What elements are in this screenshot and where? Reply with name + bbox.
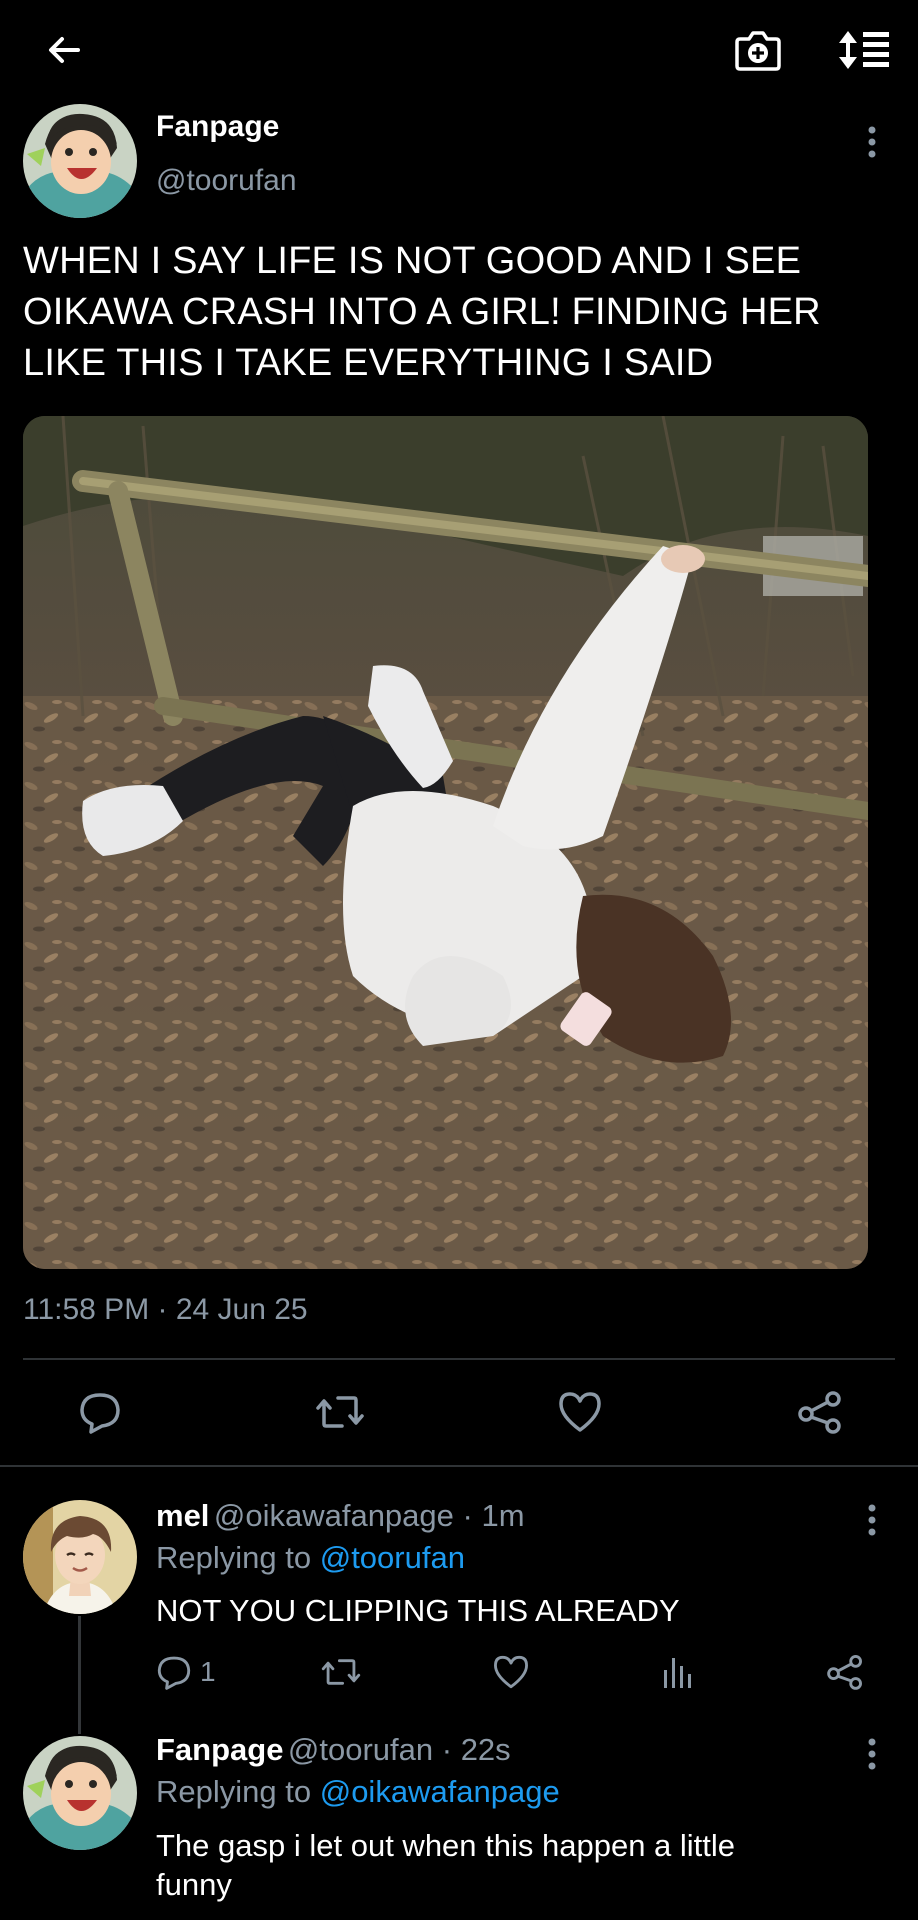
replying-to-prefix: Replying to	[156, 1774, 312, 1809]
reply-text-line: funny	[156, 1867, 232, 1902]
author-name[interactable]: Fanpage	[156, 110, 279, 144]
reply-meta[interactable]: @toorufan · 22s	[288, 1732, 511, 1767]
like-icon[interactable]	[492, 1654, 530, 1690]
sort-list-icon[interactable]	[834, 22, 894, 78]
replying-to: Replying to @oikawafanpage	[156, 1774, 560, 1810]
reply-text-line: The gasp i let out when this happen a li…	[156, 1828, 736, 1863]
replying-to-prefix: Replying to	[156, 1540, 312, 1575]
retweet-icon[interactable]	[320, 1654, 362, 1690]
author-handle[interactable]: @toorufan	[156, 164, 297, 198]
replying-to: Replying to @toorufan	[156, 1540, 465, 1576]
top-app-bar	[0, 0, 918, 100]
analytics-icon[interactable]	[660, 1654, 694, 1690]
reply-author-name[interactable]: Fanpage	[156, 1732, 283, 1767]
more-options-icon[interactable]	[857, 122, 887, 162]
avatar[interactable]	[23, 1500, 137, 1614]
retweet-icon[interactable]	[312, 1384, 368, 1440]
share-icon[interactable]	[792, 1384, 848, 1440]
more-options-icon[interactable]	[857, 1500, 887, 1540]
reply-action[interactable]: 1	[156, 1654, 216, 1690]
thread-line	[78, 1616, 81, 1734]
tweet-text: WHEN I SAY LIFE IS NOT GOOD AND I SEE OI…	[23, 236, 903, 389]
reply-icon[interactable]	[156, 1654, 192, 1690]
avatar[interactable]	[23, 104, 137, 218]
like-icon[interactable]	[552, 1384, 608, 1440]
divider	[0, 1465, 918, 1467]
reply-count: 1	[200, 1656, 216, 1687]
reply-icon[interactable]	[72, 1384, 128, 1440]
tweet-text-line: LIKE THIS I TAKE EVERYTHING I SAID	[23, 342, 714, 384]
tweet-timestamp: 11:58 PM · 24 Jun 25	[23, 1293, 308, 1326]
replying-to-link[interactable]: @oikawafanpage	[320, 1774, 560, 1809]
reply-author-name[interactable]: mel	[156, 1498, 209, 1533]
reply-meta[interactable]: @oikawafanpage · 1m	[214, 1498, 525, 1533]
reply-header: mel @oikawafanpage · 1m	[156, 1498, 525, 1534]
replying-to-link[interactable]: @toorufan	[320, 1540, 465, 1575]
avatar[interactable]	[23, 1736, 137, 1850]
tweet-photo[interactable]	[23, 416, 868, 1269]
divider	[23, 1358, 895, 1360]
tweet-text-line: OIKAWA CRASH INTO A GIRL! FINDING HER	[23, 291, 821, 333]
reply-text: The gasp i let out when this happen a li…	[156, 1826, 876, 1904]
arrow-left-icon[interactable]	[36, 22, 92, 78]
more-options-icon[interactable]	[857, 1734, 887, 1774]
share-icon[interactable]	[826, 1654, 864, 1690]
camera-plus-icon[interactable]	[730, 22, 786, 78]
reply-header: Fanpage @toorufan · 22s	[156, 1732, 511, 1768]
reply-text: NOT YOU CLIPPING THIS ALREADY	[156, 1593, 680, 1628]
tweet-text-line: WHEN I SAY LIFE IS NOT GOOD AND I SEE	[23, 240, 802, 282]
